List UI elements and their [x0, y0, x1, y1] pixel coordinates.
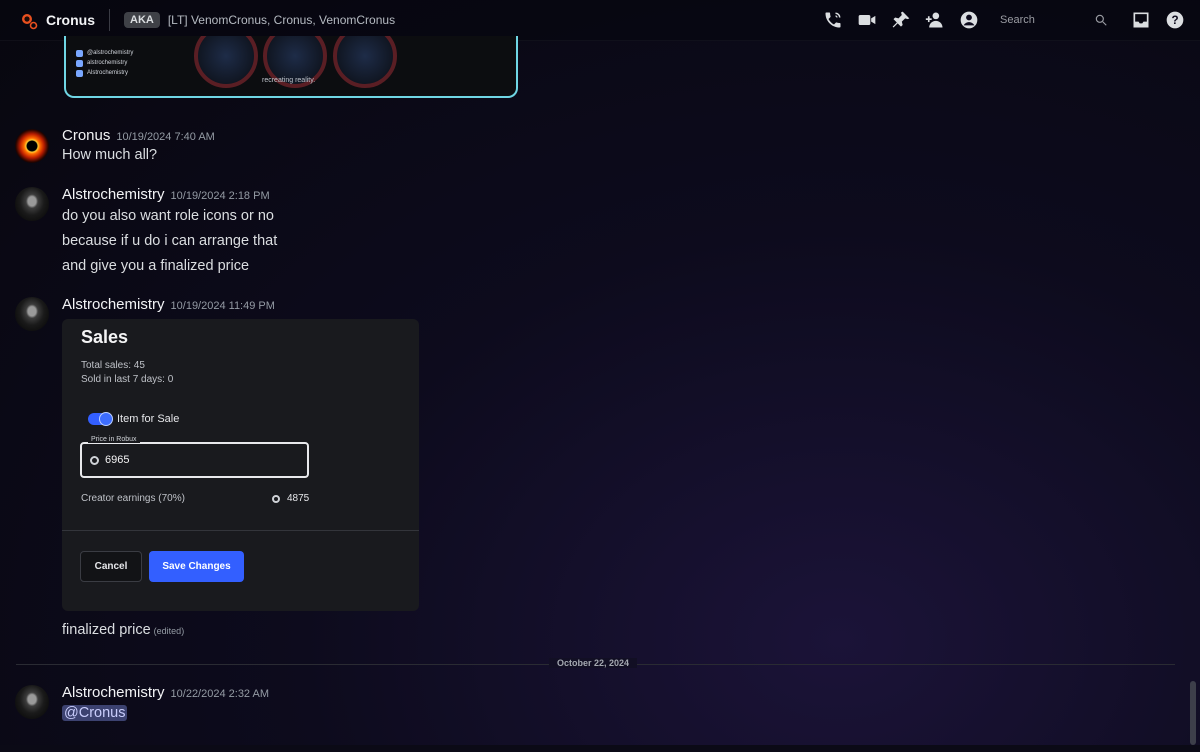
aka-badge: AKA	[124, 12, 160, 28]
cancel-button[interactable]: Cancel	[80, 551, 142, 582]
author-name[interactable]: Cronus	[62, 127, 110, 144]
channel-title-group: Cronus AKA [LT] VenomCronus, Cronus, Ven…	[18, 9, 395, 31]
robux-icon	[90, 455, 99, 465]
scrollbar-thumb[interactable]	[1190, 681, 1196, 745]
social-line: alstrochemistry	[76, 58, 133, 68]
save-changes-button[interactable]: Save Changes	[149, 551, 244, 582]
profile-icon[interactable]	[958, 9, 980, 31]
item-for-sale-toggle[interactable]	[88, 412, 113, 426]
toggle-knob	[99, 412, 113, 426]
price-text: 6965	[105, 454, 130, 466]
earnings-text: 4875	[287, 493, 310, 504]
price-label: Price in Robux	[88, 436, 140, 443]
sales-title: Sales	[81, 327, 129, 347]
social-line: Alstrochemistry	[76, 68, 133, 78]
header-toolbar: Search ?	[810, 8, 1186, 32]
inbox-icon[interactable]	[1130, 9, 1152, 31]
channel-avatar-icon[interactable]	[18, 10, 38, 30]
avatar[interactable]	[15, 685, 49, 719]
help-icon[interactable]: ?	[1164, 9, 1186, 31]
card-divider	[62, 530, 419, 531]
message-header: Cronus 10/19/2024 7:40 AM	[62, 127, 215, 144]
user-mention[interactable]: @Cronus	[62, 705, 128, 721]
price-input[interactable]: Price in Robux 6965	[80, 436, 309, 478]
aka-names: [LT] VenomCronus, Cronus, VenomCronus	[167, 13, 396, 27]
role-badge-image	[194, 36, 258, 88]
message-text: How much all?	[62, 147, 158, 163]
scrollbar-track[interactable]	[1188, 42, 1196, 748]
embed-socials: @alstrochemistry alstrochemistry Alstroc…	[76, 48, 133, 78]
creator-earnings-label: Creator earnings (70%)	[81, 493, 185, 504]
message-header: Alstrochemistry 10/19/2024 2:18 PM	[62, 186, 270, 203]
message-text: do you also want role icons or no	[62, 208, 274, 224]
discord-logo-icon	[76, 59, 83, 67]
embed-caption: recreating reality.	[262, 77, 316, 84]
avatar[interactable]	[15, 297, 49, 331]
message-composer-edge	[0, 745, 1200, 752]
message-text: and give you a finalized price	[62, 258, 250, 274]
message-timestamp: 10/19/2024 7:40 AM	[116, 131, 215, 143]
message-header: Alstrochemistry 10/22/2024 2:32 AM	[62, 684, 269, 701]
author-name[interactable]: Alstrochemistry	[62, 684, 165, 701]
edited-label: (edited)	[153, 626, 185, 636]
avatar[interactable]	[15, 187, 49, 221]
author-name[interactable]: Alstrochemistry	[62, 186, 165, 203]
search-placeholder: Search	[1000, 14, 1035, 26]
sold-last-7-days: Sold in last 7 days: 0	[81, 374, 174, 385]
video-call-icon[interactable]	[856, 9, 878, 31]
search-icon[interactable]	[1094, 13, 1108, 27]
creator-earnings-value: 4875	[272, 493, 309, 504]
message-timestamp: 10/22/2024 2:32 AM	[170, 688, 269, 700]
phone-call-icon[interactable]	[822, 9, 844, 31]
channel-name: Cronus	[46, 12, 95, 28]
avatar[interactable]	[15, 129, 49, 163]
role-badge-image	[333, 36, 397, 88]
message-timestamp: 10/19/2024 2:18 PM	[170, 190, 270, 202]
total-sales: Total sales: 45	[81, 360, 145, 371]
message-text-row: finalized price (edited)	[62, 622, 184, 638]
toggle-label: Item for Sale	[117, 413, 180, 425]
price-value: 6965	[90, 454, 129, 466]
date-divider-label: October 22, 2024	[549, 658, 638, 668]
embed-image[interactable]: @alstrochemistry alstrochemistry Alstroc…	[64, 36, 518, 98]
message-text: @Cronus	[62, 705, 128, 721]
header-divider	[109, 9, 110, 31]
sales-screenshot-attachment[interactable]: Sales Total sales: 45 Sold in last 7 day…	[62, 319, 419, 611]
channel-header: Cronus AKA [LT] VenomCronus, Cronus, Ven…	[0, 0, 1200, 41]
svg-text:?: ?	[1171, 14, 1178, 27]
pin-icon[interactable]	[890, 9, 912, 31]
roblox-logo-icon	[76, 69, 83, 77]
robux-icon	[272, 494, 280, 503]
author-name[interactable]: Alstrochemistry	[62, 296, 165, 313]
message-text: because if u do i can arrange that	[62, 233, 278, 249]
social-line: @alstrochemistry	[76, 48, 133, 58]
message-timestamp: 10/19/2024 11:49 PM	[170, 300, 275, 312]
add-friend-icon[interactable]	[924, 9, 946, 31]
message-text: finalized price	[62, 622, 151, 638]
search-input[interactable]: Search	[994, 8, 1114, 32]
x-logo-icon	[76, 49, 83, 57]
message-header: Alstrochemistry 10/19/2024 11:49 PM	[62, 296, 275, 313]
